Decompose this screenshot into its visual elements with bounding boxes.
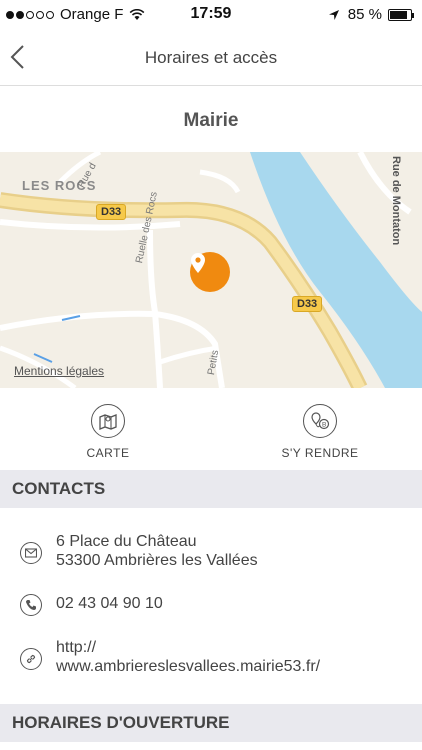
map-button-label: CARTE [86, 446, 130, 460]
battery-icon [388, 8, 414, 21]
hours-header-label: HORAIRES D'OUVERTURE [12, 713, 230, 732]
battery-level [390, 10, 407, 19]
location-arrow-icon [328, 9, 339, 20]
phone-icon [20, 594, 42, 616]
status-right: 85 % [328, 6, 414, 23]
page-title: Mairie [183, 110, 239, 131]
map-view[interactable]: LES ROCS D33 D33 Ruelle des Rocs Rue de … [0, 152, 422, 388]
address-line-1: 6 Place du Château [56, 533, 197, 550]
nav-title: Horaires et accès [144, 48, 278, 67]
link-icon [20, 648, 42, 670]
directions-button[interactable]: B S'Y RENDRE [250, 404, 390, 460]
svg-text:B: B [322, 422, 326, 429]
navigation-bar: Horaires et accès [0, 30, 422, 86]
hours-section-header: HORAIRES D'OUVERTURE [0, 704, 422, 742]
envelope-icon [20, 542, 42, 564]
address-text: 6 Place du Château 53300 Ambrières les V… [56, 532, 258, 570]
road-label-d33: D33 [292, 296, 323, 312]
address-line-2: 53300 Ambrières les Vallées [56, 552, 258, 569]
location-pin-icon[interactable] [190, 252, 230, 292]
directions-icon: B [303, 404, 337, 438]
battery-percent: 85 % [347, 6, 382, 23]
contacts-section-header: CONTACTS [0, 470, 422, 508]
contacts-header-label: CONTACTS [12, 479, 106, 498]
phone-number: 02 43 04 90 10 [56, 595, 163, 612]
website-text: http:// www.ambriereslesvallees.mairie53… [56, 638, 320, 676]
road-label-d33: D33 [96, 204, 127, 220]
website-line-1: http:// [56, 639, 97, 656]
map-icon [91, 404, 125, 438]
directions-button-label: S'Y RENDRE [281, 446, 359, 460]
status-bar: Orange F 17:59 85 % [0, 0, 422, 30]
map-button[interactable]: CARTE [38, 404, 178, 460]
location-pin-glyph [191, 253, 205, 273]
street-label: Rue de Montaton [390, 156, 402, 246]
action-bar: CARTE B S'Y RENDRE [0, 388, 422, 470]
website-line-2: www.ambriereslesvallees.mairie53.fr/ [56, 658, 321, 675]
legal-link[interactable]: Mentions légales [14, 364, 104, 378]
